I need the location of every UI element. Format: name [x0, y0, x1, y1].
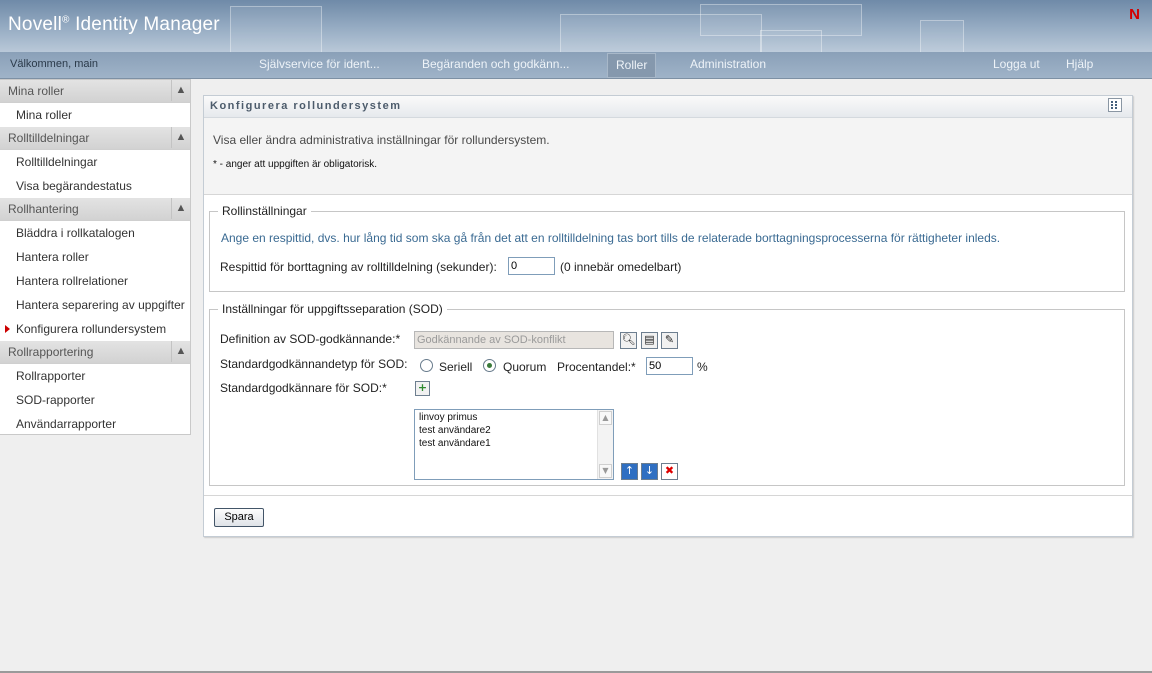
sidebar-section-title: Rollhantering: [8, 202, 79, 216]
sidebar-item-my-roles[interactable]: Mina roller: [0, 103, 190, 127]
tab-self-service[interactable]: Självservice för ident...: [259, 53, 380, 76]
collapse-icon[interactable]: ▲: [171, 80, 190, 101]
page-description: Visa eller ändra administrativa inställn…: [213, 133, 550, 147]
serial-radio[interactable]: [420, 359, 433, 372]
percent-sign: %: [697, 360, 708, 374]
sidebar-item-manage-roles[interactable]: Hantera roller: [0, 245, 190, 269]
tab-roles[interactable]: Roller: [607, 53, 657, 78]
approvers-listbox[interactable]: linvoy primus test användare2 test använ…: [414, 409, 614, 480]
save-button[interactable]: Spara: [214, 508, 264, 527]
configure-panel: Konfigurera rollundersystem Visa eller ä…: [203, 95, 1133, 537]
sidebar-section-role-management[interactable]: Rollhantering ▲: [0, 198, 190, 221]
collapse-icon[interactable]: ▲: [171, 341, 190, 362]
collapse-icon[interactable]: ▲: [171, 198, 190, 219]
role-settings-group: Rollinställningar Ange en respittid, dvs…: [209, 204, 1125, 292]
move-down-icon[interactable]: ↓: [641, 463, 658, 480]
grace-period-label: Respittid för borttagning av rolltilldel…: [220, 260, 497, 274]
sidebar-item-browse-catalog[interactable]: Bläddra i rollkatalogen: [0, 221, 190, 245]
list-item[interactable]: linvoy primus: [419, 412, 477, 423]
sidebar-section-title: Rolltilldelningar: [8, 131, 90, 145]
scroll-down-icon[interactable]: ▼: [599, 464, 612, 478]
sidebar-section-my-roles[interactable]: Mina roller ▲: [0, 80, 190, 103]
sidebar-section-role-reporting[interactable]: Rollrapportering ▲: [0, 341, 190, 364]
scroll-up-icon[interactable]: ▲: [599, 411, 612, 425]
sod-definition-field: [414, 331, 614, 349]
list-item[interactable]: test användare1: [419, 438, 491, 449]
sidebar-item-manage-sod[interactable]: Hantera separering av uppgifter: [0, 293, 190, 317]
collapse-icon[interactable]: ▲: [171, 127, 190, 148]
sidebar-item-manage-relations[interactable]: Hantera rollrelationer: [0, 269, 190, 293]
required-note: * - anger att uppgiften är obligatorisk.: [213, 159, 377, 170]
grace-period-hint: (0 innebär omedelbart): [560, 260, 682, 274]
sidebar: Mina roller ▲ Mina roller Rolltilldelnin…: [0, 79, 191, 435]
sod-type-label: Standardgodkännandetyp för SOD:: [220, 357, 408, 371]
novell-logo-icon: N: [1129, 6, 1140, 23]
sod-definition-label: Definition av SOD-godkännande:*: [220, 332, 401, 346]
list-item[interactable]: test användare2: [419, 425, 491, 436]
intro-section: Visa eller ändra administrativa inställn…: [204, 118, 1132, 195]
sod-approvers-label: Standardgodkännare för SOD:*: [220, 381, 387, 395]
sidebar-item-user-reports[interactable]: Användarrapporter: [0, 412, 190, 436]
edit-icon[interactable]: ✎: [661, 332, 678, 349]
banner-decoration: [920, 20, 964, 52]
percent-input[interactable]: [646, 357, 693, 375]
listbox-scrollbar[interactable]: ▲ ▼: [597, 410, 613, 479]
panel-title-bar: Konfigurera rollundersystem: [204, 96, 1132, 118]
sidebar-section-role-assignments[interactable]: Rolltilldelningar ▲: [0, 127, 190, 150]
serial-option-label: Seriell: [439, 360, 473, 374]
app-title: Novell® Identity Manager: [8, 14, 220, 35]
banner-decoration: [230, 6, 322, 52]
page-title: Konfigurera rollundersystem: [210, 100, 402, 112]
banner-decoration: [760, 30, 822, 52]
top-navigation: Välkommen, main Självservice för ident..…: [0, 52, 1152, 79]
logout-link[interactable]: Logga ut: [993, 53, 1040, 76]
percent-label: Procentandel:*: [557, 360, 636, 374]
quorum-option-label: Quorum: [503, 360, 547, 374]
grace-period-info: Ange en respittid, dvs. hur lång tid som…: [221, 231, 1001, 245]
welcome-text: Välkommen, main: [10, 58, 99, 70]
history-icon[interactable]: ▤: [641, 332, 658, 349]
sod-settings-group: Inställningar för uppgiftsseparation (SO…: [209, 302, 1125, 486]
move-up-icon[interactable]: ↑: [621, 463, 638, 480]
role-settings-legend: Rollinställningar: [222, 204, 307, 218]
sod-settings-legend: Inställningar för uppgiftsseparation (SO…: [222, 302, 443, 316]
sidebar-item-role-reports[interactable]: Rollrapporter: [0, 364, 190, 388]
sidebar-item-sod-reports[interactable]: SOD-rapporter: [0, 388, 190, 412]
panel-menu-icon[interactable]: [1108, 98, 1122, 112]
sidebar-item-configure-subsystem[interactable]: Konfigurera rollundersystem: [0, 317, 190, 341]
search-icon[interactable]: 🔍︎: [620, 332, 637, 349]
sidebar-item-request-status[interactable]: Visa begärandestatus: [0, 174, 190, 198]
quorum-radio[interactable]: [483, 359, 496, 372]
sidebar-section-title: Mina roller: [8, 84, 65, 98]
add-approver-icon[interactable]: +: [415, 381, 430, 396]
sidebar-section-title: Rollrapportering: [8, 345, 94, 359]
divider: [204, 495, 1132, 496]
tab-administration[interactable]: Administration: [690, 53, 766, 76]
remove-icon[interactable]: ✖: [661, 463, 678, 480]
sidebar-item-role-assignments[interactable]: Rolltilldelningar: [0, 150, 190, 174]
help-link[interactable]: Hjälp: [1066, 53, 1093, 76]
grace-period-input[interactable]: [508, 257, 555, 275]
tab-requests-approvals[interactable]: Begäranden och godkänn...: [422, 53, 569, 76]
header-banner: Novell® Identity Manager N: [0, 0, 1152, 52]
